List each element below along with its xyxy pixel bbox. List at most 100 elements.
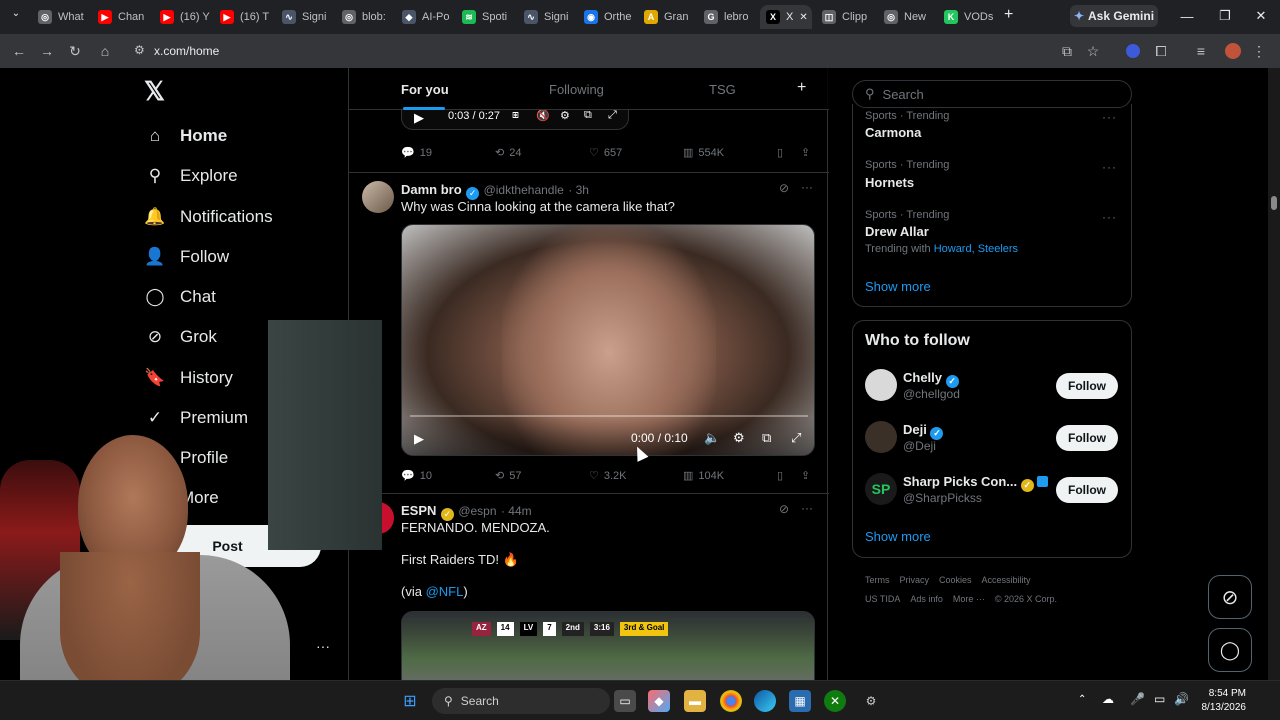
media-controls-icon[interactable]: ≡ — [1192, 42, 1210, 60]
footer-link[interactable]: More ··· — [953, 594, 985, 604]
task-view-icon[interactable]: ▭ — [614, 690, 636, 712]
trending-with-links[interactable]: Howard, Steelers — [934, 243, 1018, 255]
new-tab-button[interactable]: + — [1004, 6, 1013, 24]
show-more-trends-link[interactable]: Show more — [865, 279, 931, 294]
microphone-icon[interactable]: 🎤 — [1130, 692, 1145, 706]
views-button[interactable]: ▥ 554K — [683, 146, 724, 160]
author-name[interactable]: ESPN — [401, 503, 436, 518]
mute-icon[interactable]: 🔇 — [536, 109, 550, 122]
trend-item[interactable]: Drew Allar — [865, 224, 929, 239]
footer-link[interactable]: Cookies — [939, 575, 972, 585]
chat-floating-button[interactable]: ◯ — [1208, 628, 1252, 672]
author-name[interactable]: Damn bro — [401, 182, 462, 197]
captions-icon[interactable]: ⧆ — [512, 109, 519, 122]
follow-button[interactable]: Follow — [1056, 477, 1118, 503]
chrome-icon[interactable] — [720, 690, 742, 712]
extensions-puzzle-icon[interactable]: ⧠ — [1152, 42, 1170, 60]
reload-button[interactable]: ↻ — [66, 42, 84, 60]
share-button[interactable]: ⇪ — [801, 469, 810, 482]
browser-tab[interactable]: ▶ Chan — [98, 5, 154, 29]
tab-for-you[interactable]: For you — [401, 82, 449, 97]
mention-link[interactable]: @NFL — [426, 584, 464, 599]
avatar[interactable]: SP — [865, 473, 897, 505]
fullscreen-icon[interactable]: ⤢ — [791, 430, 801, 446]
browser-tab[interactable]: ◫ Clipp — [822, 5, 878, 29]
volume-icon[interactable]: 🔊 — [1174, 692, 1189, 706]
maximize-button[interactable]: ❐ — [1210, 6, 1240, 26]
browser-tab[interactable]: A Gran — [644, 5, 700, 29]
tab-following[interactable]: Following — [549, 82, 604, 97]
add-feed-tab-icon[interactable]: + — [797, 79, 806, 97]
avatar[interactable] — [865, 369, 897, 401]
browser-tab[interactable]: ∿ Signi — [524, 5, 580, 29]
ask-gemini-button[interactable]: ✦ Ask Gemini — [1070, 5, 1158, 27]
footer-link[interactable]: US TIDA — [865, 594, 900, 604]
x-logo[interactable]: 𝕏 — [144, 78, 168, 104]
nav-item-chat[interactable]: ◯ Chat — [144, 282, 215, 312]
suggested-user-name[interactable]: Sharp Picks Con... ✓ — [903, 474, 1049, 492]
grok-floating-button[interactable]: ⊘ — [1208, 575, 1252, 619]
browser-tab[interactable]: K VODs — [944, 5, 1000, 29]
browser-menu-icon[interactable]: ⋮ — [1250, 42, 1268, 60]
repost-button[interactable]: ⟲ 24 — [495, 146, 521, 160]
grok-icon[interactable]: ⊘ — [779, 181, 789, 195]
scrollbar-thumb[interactable] — [1271, 196, 1277, 210]
close-window-button[interactable]: ✕ — [1246, 6, 1276, 26]
trend-more-icon[interactable]: ··· — [1102, 110, 1117, 124]
trend-item[interactable]: Hornets — [865, 175, 914, 190]
more-options-icon[interactable]: ··· — [801, 180, 813, 194]
nav-item-home[interactable]: ⌂ Home — [144, 121, 227, 151]
nav-item-notifications[interactable]: 🔔 Notifications — [144, 202, 272, 232]
copilot-icon[interactable]: ◆ — [648, 690, 670, 712]
nav-item-explore[interactable]: ⚲ Explore — [144, 161, 238, 191]
like-button[interactable]: ♡ 657 — [589, 146, 622, 160]
footer-link[interactable]: Terms — [865, 575, 890, 585]
browser-tab[interactable]: ▶ (16) T — [220, 5, 276, 29]
tweet[interactable]: E ESPN ✓ @espn · 44m ⊘ ··· FERNANDO. MEN… — [349, 494, 829, 680]
forward-button[interactable]: → — [38, 42, 56, 60]
xbox-icon[interactable]: ✕ — [824, 690, 846, 712]
tweet-time[interactable]: · 3h — [568, 183, 589, 197]
file-explorer-icon[interactable]: ▬ — [684, 690, 706, 712]
browser-tab[interactable]: ◆ AI-Po — [402, 5, 458, 29]
windows-start-icon[interactable]: ⊞ — [399, 690, 421, 712]
browser-tab[interactable]: X X ✕ — [760, 5, 812, 29]
follow-button[interactable]: Follow — [1056, 373, 1118, 399]
home-button[interactable]: ⌂ — [96, 42, 114, 60]
browser-tab[interactable]: ◎ New — [884, 5, 940, 29]
footer-link[interactable]: Ads info — [910, 594, 943, 604]
hidden-icons-chevron-icon[interactable]: ⌃ — [1078, 694, 1086, 705]
volume-icon[interactable]: 🔈 — [704, 430, 720, 446]
reply-button[interactable]: 💬 10 — [401, 469, 432, 483]
bookmark-button[interactable]: ▯ — [777, 146, 783, 159]
browser-tab[interactable]: Glebro — [704, 5, 760, 29]
browser-tab[interactable]: ∿ Signi — [282, 5, 338, 29]
suggested-user-name[interactable]: Deji ✓ — [903, 422, 944, 440]
trend-more-icon[interactable]: ··· — [1102, 160, 1117, 174]
footer-link[interactable]: Accessibility — [982, 575, 1031, 585]
avatar[interactable] — [865, 421, 897, 453]
settings-icon[interactable]: ⚙ — [860, 690, 882, 712]
bookmark-button[interactable]: ▯ — [777, 469, 783, 482]
settings-icon[interactable]: ⚙ — [560, 109, 570, 122]
pip-icon[interactable]: ⧉ — [762, 430, 771, 446]
tweet[interactable]: Damn bro ✓ @idkthehandle · 3h ⊘ ··· Why … — [349, 173, 829, 493]
suggested-user-name[interactable]: Chelly ✓ — [903, 370, 959, 388]
more-options-icon[interactable]: ··· — [801, 501, 813, 515]
nav-item-follow[interactable]: 👤 Follow — [144, 242, 229, 272]
install-app-icon[interactable]: ⧉ — [1058, 42, 1076, 60]
tweet-video[interactable]: AZ 14 LV 7 2nd 3:16 3rd & Goal — [401, 611, 815, 680]
browser-tab[interactable]: ▶ (16) Y — [160, 5, 216, 29]
profile-avatar[interactable] — [1224, 42, 1242, 60]
pip-icon[interactable]: ⧉ — [584, 109, 592, 122]
trend-item[interactable]: Carmona — [865, 125, 921, 140]
browser-tab[interactable]: ≋ Spoti — [462, 5, 518, 29]
system-clock[interactable]: 8:54 PM 8/13/2026 — [1196, 687, 1247, 715]
play-icon[interactable]: ▶ — [414, 431, 424, 447]
views-button[interactable]: ▥ 104K — [683, 469, 724, 483]
tab-list-dropdown-icon[interactable]: ⌄ — [8, 8, 24, 24]
reply-button[interactable]: 💬 19 — [401, 146, 432, 160]
grok-icon[interactable]: ⊘ — [779, 502, 789, 516]
network-icon[interactable]: ▭ — [1154, 692, 1165, 706]
follow-button[interactable]: Follow — [1056, 425, 1118, 451]
